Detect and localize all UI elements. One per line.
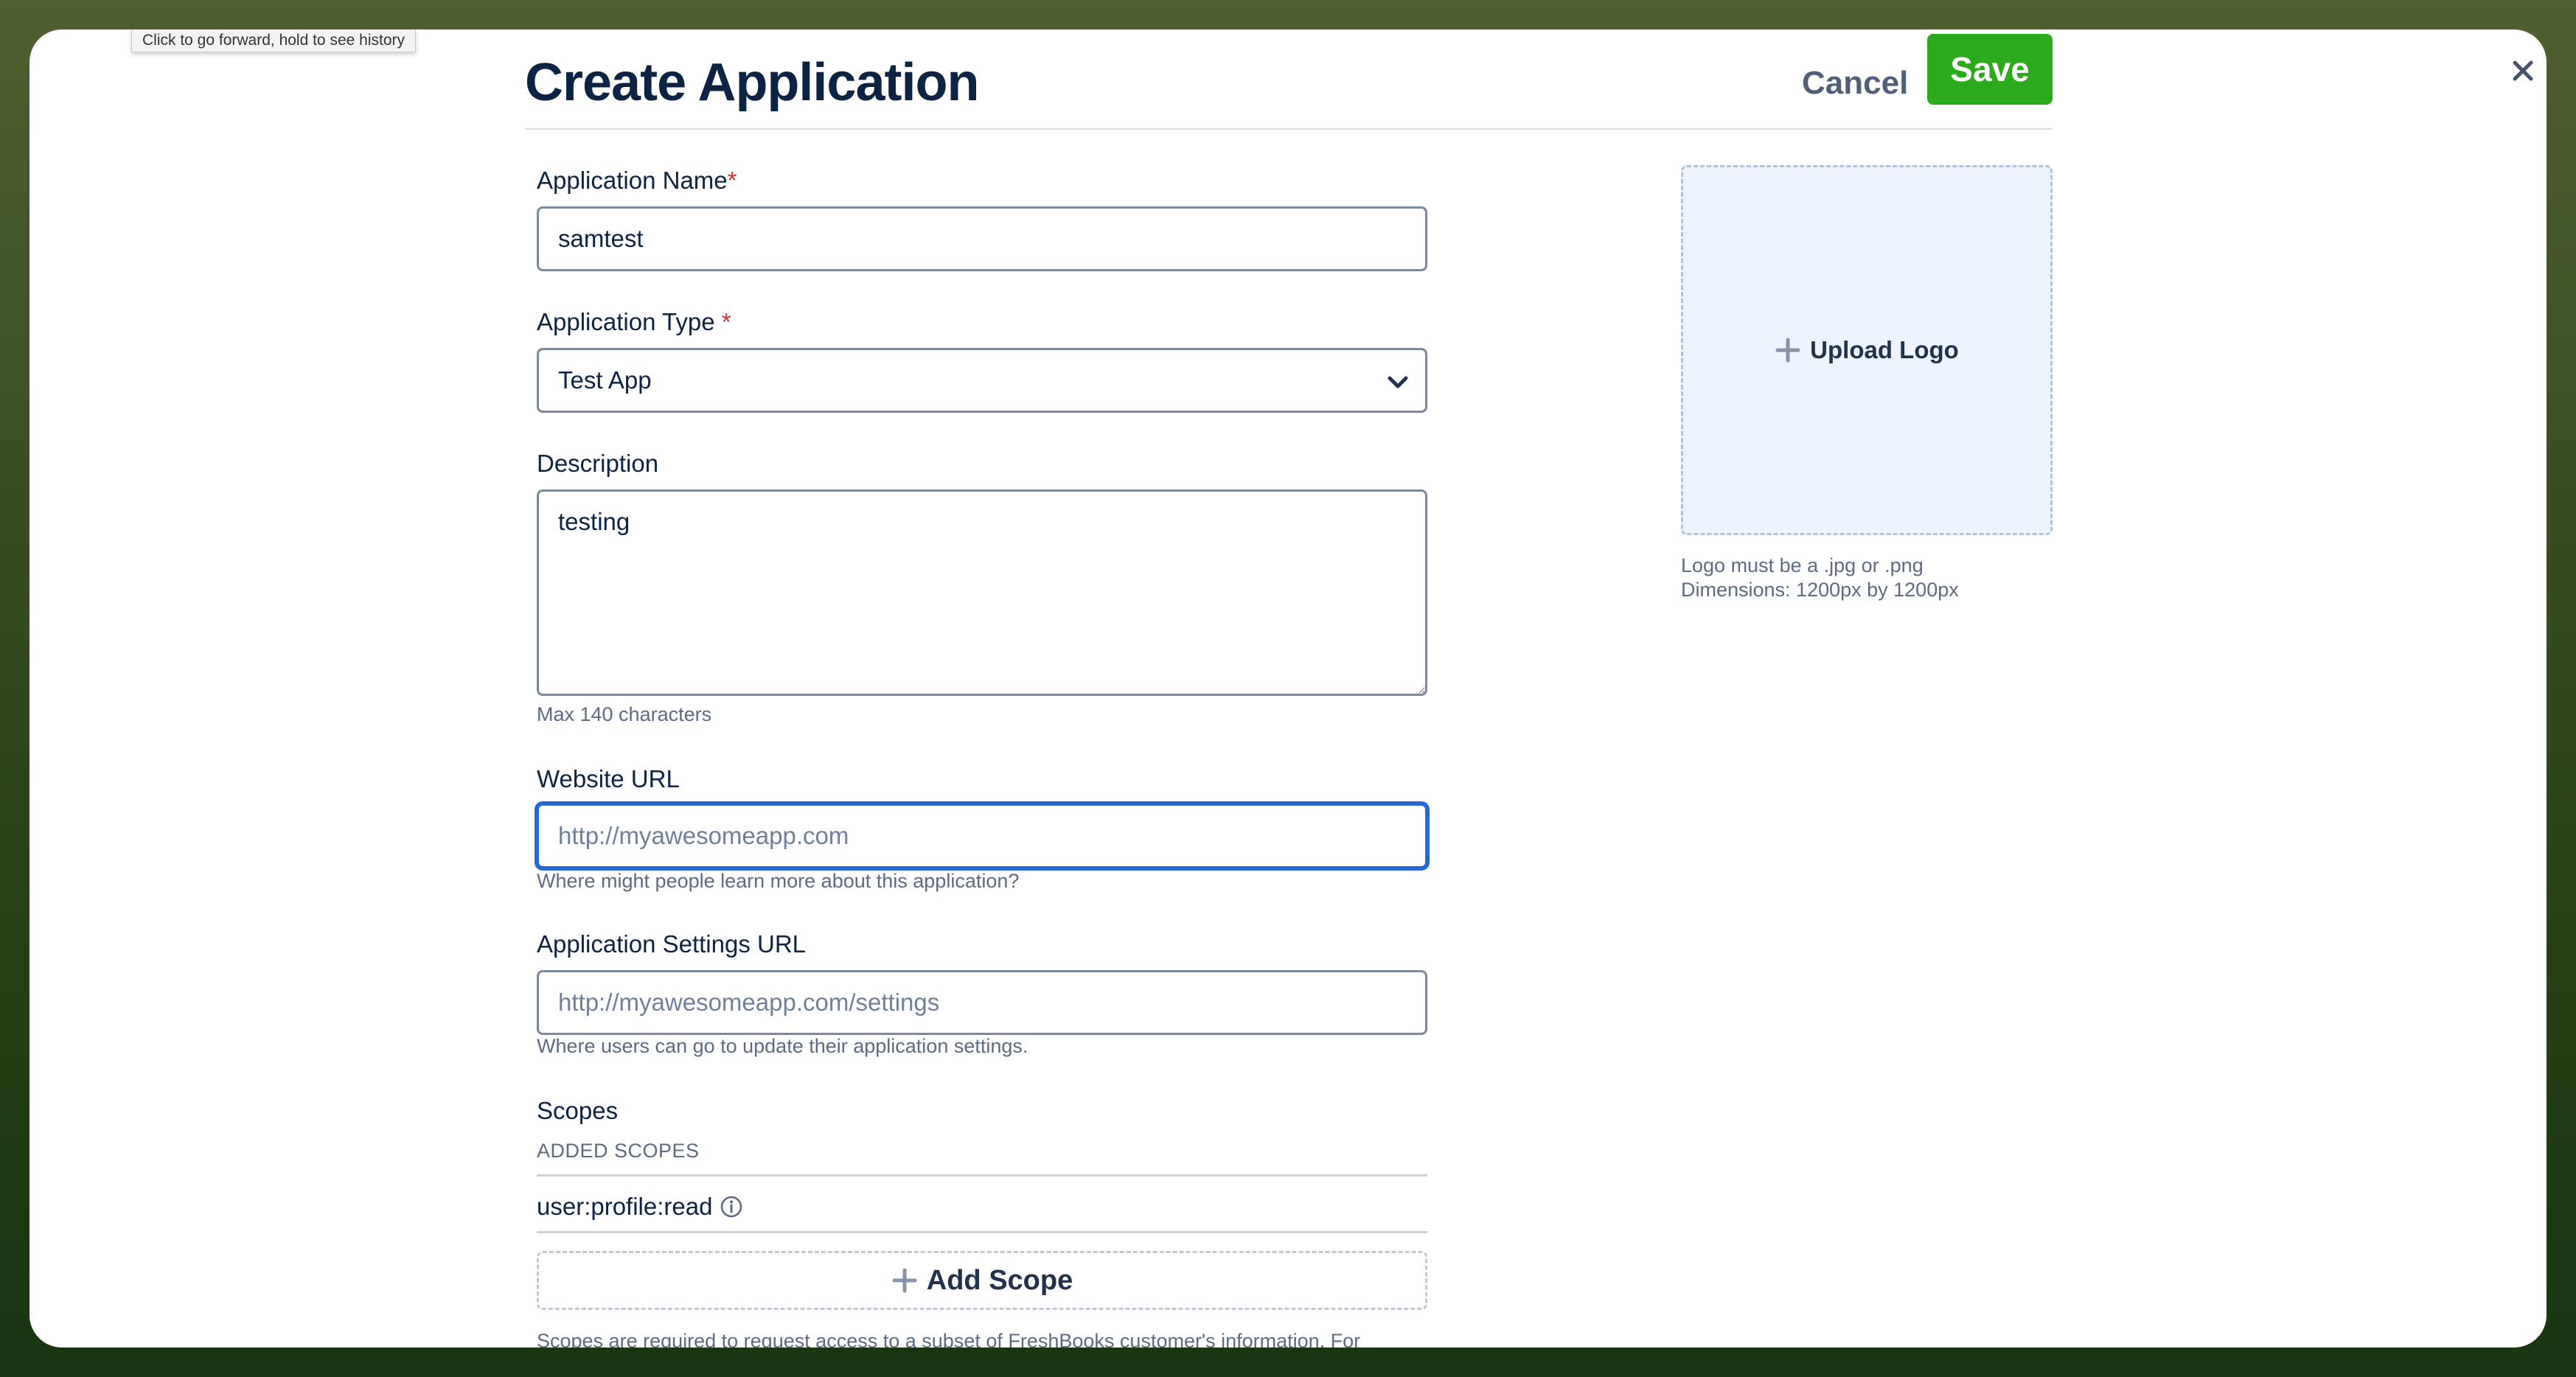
add-scope-button[interactable]: Add Scope [537,1251,1427,1310]
scopes-label: Scopes [537,1097,619,1124]
scope-item-label: user:profile:read [537,1193,713,1220]
add-scope-label: Add Scope [926,1264,1073,1296]
scopes-divider [537,1231,1427,1233]
website-url-help: Where might people learn more about this… [537,870,1020,892]
upload-logo-label: Upload Logo [1810,336,1959,363]
description-textarea[interactable]: testing [537,489,1427,696]
settings-url-label: Application Settings URL [537,930,807,958]
plus-icon [892,1268,917,1293]
required-mark: * [727,167,737,194]
scopes-divider [537,1174,1427,1176]
settings-url-input[interactable] [537,970,1427,1035]
application-type-label: Application Type * [537,308,731,336]
application-type-label-text: Application Type [537,308,715,335]
application-type-value: Test App [558,366,652,394]
website-url-input[interactable] [537,803,1427,868]
save-button[interactable]: Save [1927,34,2053,105]
page-title: Create Application [525,53,979,112]
close-icon[interactable] [2508,56,2538,86]
scopes-note: Scopes are required to request access to… [537,1330,1361,1348]
info-icon[interactable] [720,1195,743,1219]
required-mark: * [721,308,731,335]
cancel-button[interactable]: Cancel [1790,57,1920,109]
browser-tooltip: Click to go forward, hold to see history [131,29,416,52]
plus-icon [1775,338,1800,363]
application-name-label-text: Application Name [537,167,728,194]
added-scopes-heading: ADDED SCOPES [537,1140,700,1162]
scope-item: user:profile:read [537,1193,743,1221]
logo-format-note: Logo must be a .jpg or .png [1681,554,1924,576]
application-type-select[interactable]: Test App [537,348,1427,413]
logo-dimensions-note: Dimensions: 1200px by 1200px [1681,579,1959,601]
chevron-down-icon [1388,376,1408,388]
application-name-label: Application Name* [537,167,737,195]
upload-logo-dropzone[interactable]: Upload Logo [1681,165,2053,535]
website-url-label: Website URL [537,765,680,792]
description-help: Max 140 characters [537,703,712,725]
header-divider [525,128,2053,130]
settings-url-help: Where users can go to update their appli… [537,1035,1028,1057]
application-name-input[interactable] [537,206,1427,271]
modal-window: Click to go forward, hold to see history… [29,29,2547,1348]
description-label: Description [537,450,659,477]
